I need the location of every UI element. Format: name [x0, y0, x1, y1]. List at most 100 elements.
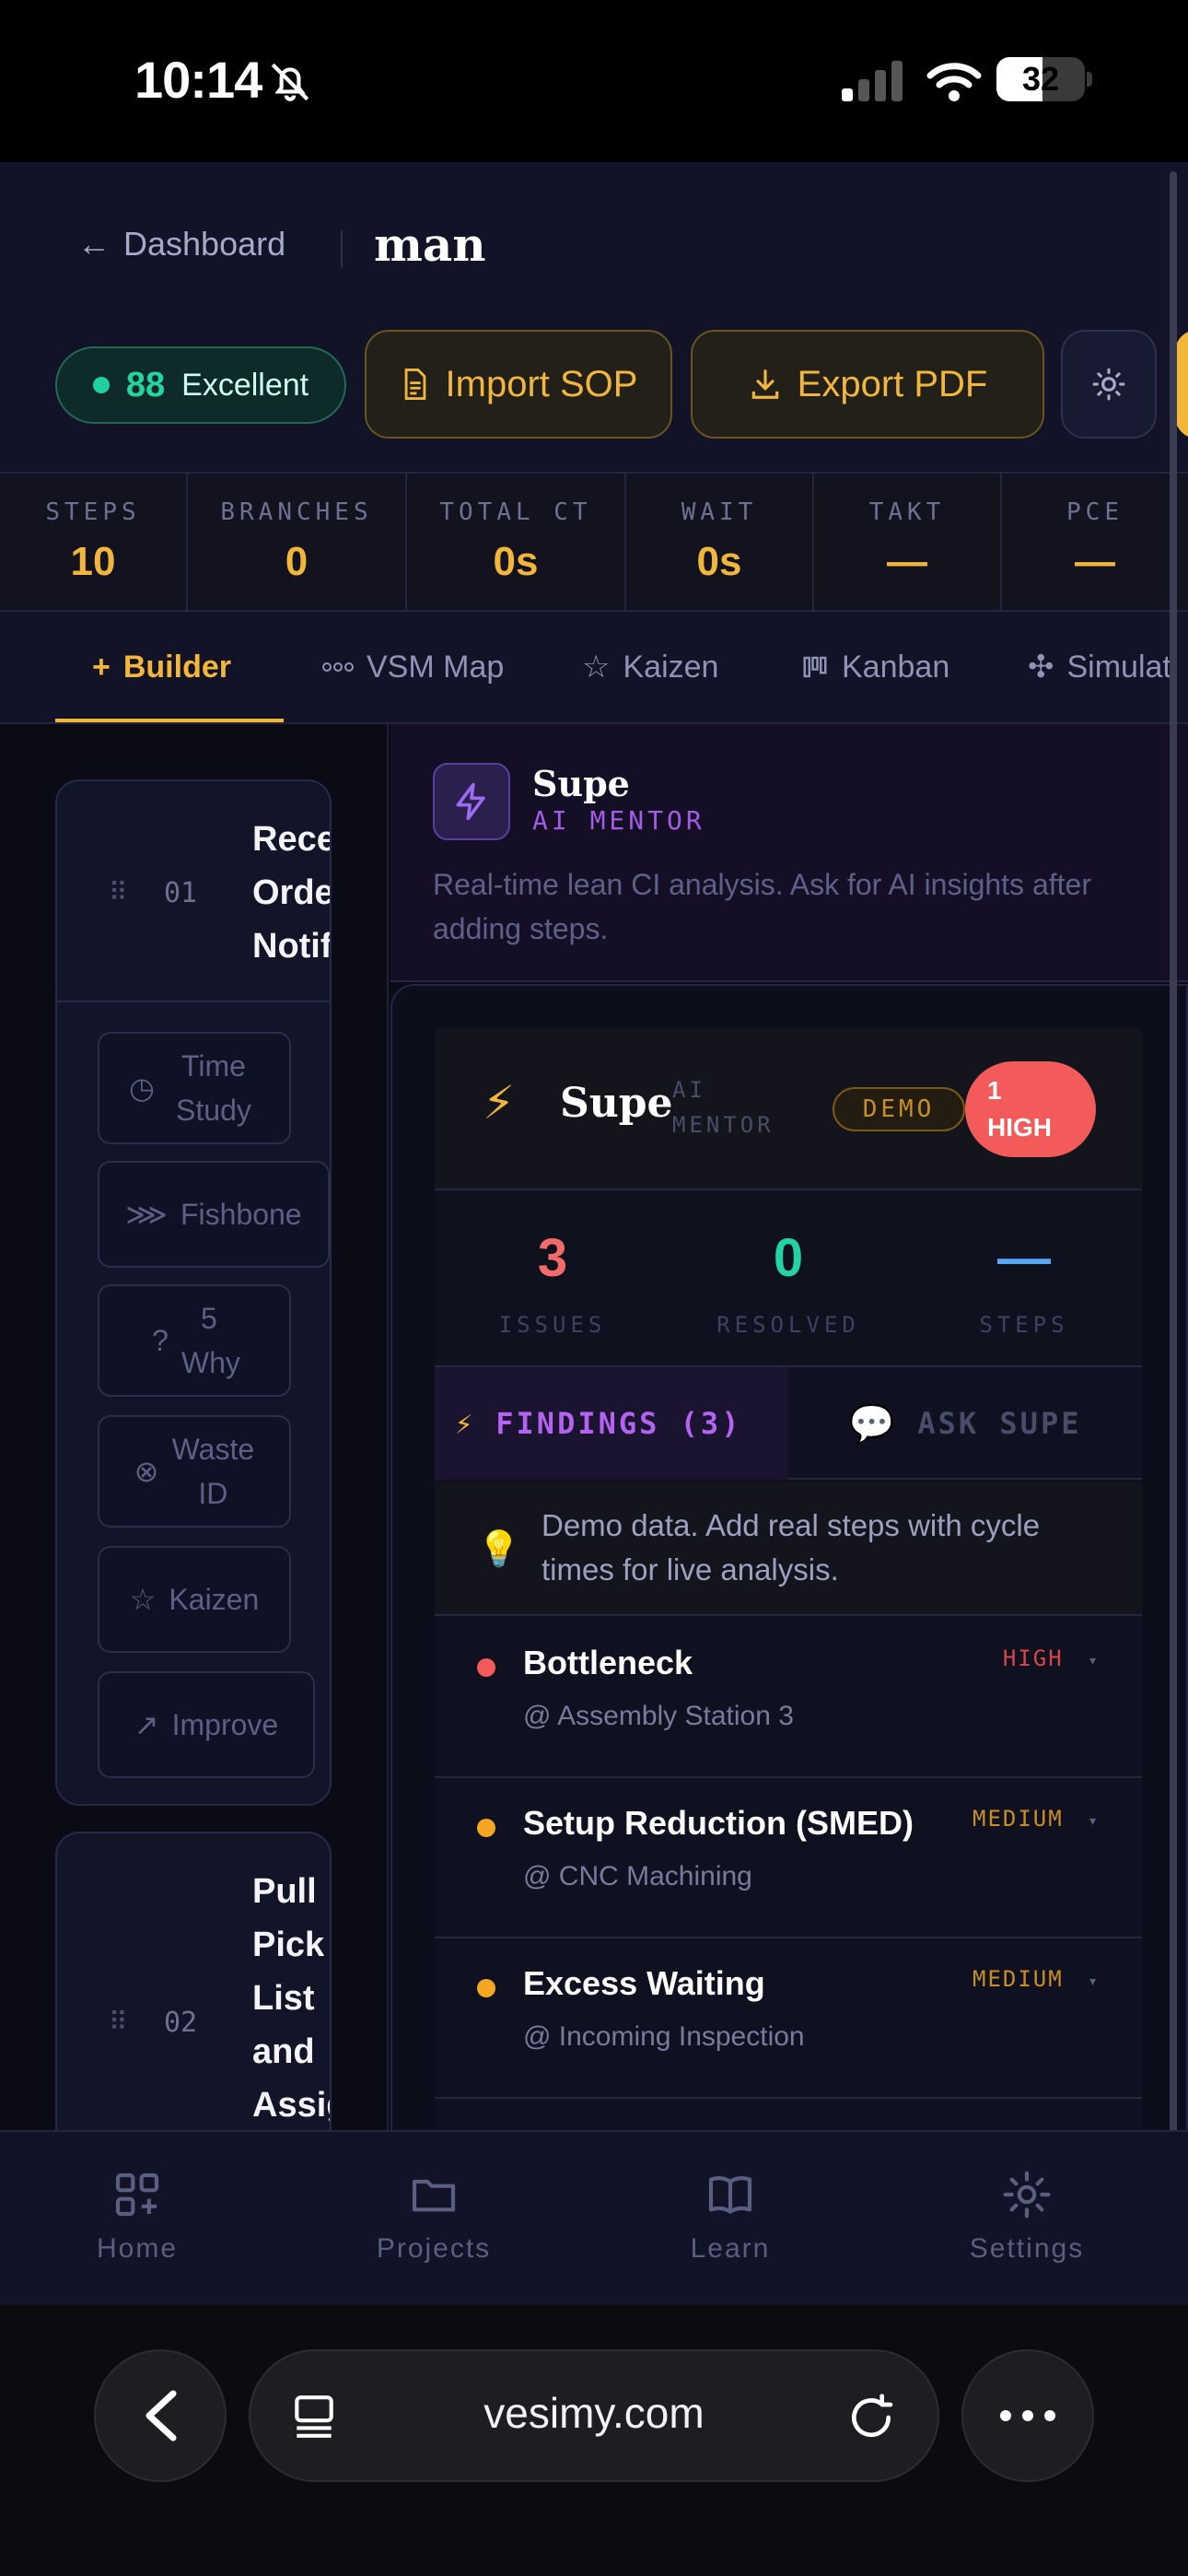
import-sop-button[interactable]: Import SOP	[365, 330, 672, 439]
finding-location: @ CNC Machining	[523, 1861, 752, 1891]
step-card[interactable]: ⠿ 01 Rece Orde Notif ◷ Time Study ⋙ Fish…	[55, 779, 332, 1806]
lightbulb-icon: 💡	[477, 1530, 521, 1569]
browser-back-button[interactable]	[94, 2349, 227, 2482]
tab-kanban[interactable]: Kanban	[801, 639, 949, 695]
tool-label: Fishbone	[180, 1198, 302, 1231]
tab-vsm-map[interactable]: VSM Map	[322, 639, 504, 695]
finding-location: @ Assembly Station 3	[523, 1701, 794, 1731]
stat-value: 0s	[493, 539, 539, 584]
chevron-left-icon	[146, 2390, 177, 2441]
waste-icon: ⊗	[134, 1455, 159, 1488]
step-title-line: and	[252, 2032, 315, 2071]
tab-findings[interactable]: ⚡ FINDINGS (3)	[435, 1367, 788, 1480]
tab-label: Builder	[122, 649, 231, 685]
battery-icon: 32	[996, 57, 1085, 101]
severity-label: MEDIUM	[973, 1966, 1064, 1992]
stat-takt: TAKT —	[814, 474, 1002, 610]
caret-down-icon: ▾	[1088, 1651, 1100, 1670]
stat-value: —	[887, 539, 927, 584]
stat-label: WAIT	[681, 498, 758, 526]
nav-home[interactable]: Home	[22, 2169, 252, 2265]
plus-icon: +	[92, 649, 111, 685]
metric-value: 0	[773, 1228, 804, 1288]
question-icon: ?	[152, 1324, 169, 1357]
arrow-left-icon: ←	[77, 225, 111, 263]
nav-settings[interactable]: Settings	[912, 2169, 1142, 2265]
tool-improve-button[interactable]: ↗ Improve	[98, 1671, 315, 1778]
tool-label: Improve	[171, 1708, 279, 1741]
stat-label: TAKT	[868, 498, 946, 526]
export-pdf-button[interactable]: Export PDF	[691, 330, 1044, 439]
stat-pce: PCE —	[1002, 474, 1188, 610]
tab-label: FINDINGS (3)	[495, 1406, 742, 1441]
browser-more-button[interactable]	[961, 2349, 1094, 2482]
tab-ask-supe[interactable]: 💬 ASK SUPE	[788, 1367, 1142, 1480]
caret-down-icon: ▾	[1088, 1811, 1100, 1831]
tool-5-why-button[interactable]: ? 5 Why	[98, 1284, 291, 1397]
reload-icon[interactable]	[845, 2392, 897, 2443]
mentor-name: Supe	[532, 763, 630, 804]
finding-title: Bottleneck	[523, 1644, 693, 1681]
project-title: man	[374, 217, 486, 272]
score-value: 88	[125, 365, 166, 404]
sun-icon	[1092, 368, 1125, 401]
tool-waste-id-button[interactable]: ⊗ Waste ID	[98, 1415, 291, 1528]
step-number: 01	[164, 877, 198, 909]
tab-label: Kaizen	[623, 649, 719, 685]
sim-icon: ✣	[1028, 650, 1054, 685]
view-tabs: + Builder VSM Map ☆ Kaizen Kanban ✣ Simu…	[0, 612, 1188, 724]
nav-projects[interactable]: Projects	[319, 2169, 549, 2265]
drag-handle-icon[interactable]: ⠿	[109, 2007, 128, 2037]
tool-label: 5 Why	[181, 1302, 240, 1379]
url-text[interactable]: vesimy.com	[249, 2388, 939, 2438]
metric-issues: 3 ISSUES	[435, 1227, 670, 1338]
finding-severity[interactable]: MEDIUM ▾	[973, 1966, 1100, 1992]
tab-kaizen[interactable]: ☆ Kaizen	[582, 639, 718, 695]
stat-label: PCE	[1066, 498, 1124, 526]
finding-item[interactable]: Bottleneck @ Assembly Station 3 HIGH ▾	[435, 1618, 1142, 1778]
tool-label: Waste ID	[171, 1433, 255, 1510]
drag-handle-icon[interactable]: ⠿	[109, 877, 128, 907]
finding-item[interactable]: Excess Waiting @ Incoming Inspection MED…	[435, 1938, 1142, 2099]
step-header[interactable]: ⠿ 01 Rece Orde Notif	[57, 781, 330, 1002]
status-dot-icon	[92, 377, 110, 393]
step-title-line: List	[252, 1979, 315, 2018]
theme-toggle-button[interactable]	[1061, 330, 1157, 439]
metric-steps: — STEPS	[906, 1227, 1142, 1338]
quality-score-badge: 88 Excellent	[55, 346, 346, 424]
grid-plus-icon	[115, 2172, 159, 2217]
wifi-icon	[926, 63, 982, 101]
nav-label: Learn	[690, 2233, 771, 2264]
nav-learn[interactable]: Learn	[615, 2169, 845, 2265]
overflow-action-button[interactable]	[1175, 330, 1188, 439]
back-to-dashboard-link[interactable]: ← Dashboard	[77, 225, 285, 263]
finding-severity[interactable]: HIGH ▾	[1003, 1645, 1100, 1671]
severity-dot-icon	[477, 1979, 495, 1997]
tool-time-study-button[interactable]: ◷ Time Study	[98, 1032, 291, 1144]
page-scrollbar[interactable]	[1170, 171, 1177, 2134]
column-divider	[387, 724, 389, 2130]
tool-kaizen-button[interactable]: ☆ Kaizen	[98, 1546, 291, 1653]
severity-dot-icon	[477, 1658, 495, 1677]
import-label: Import SOP	[445, 363, 638, 404]
trend-icon: ↗	[134, 1708, 159, 1741]
step-title-line: Orde	[252, 873, 332, 912]
battery-cap	[1087, 72, 1092, 87]
metric-label: ISSUES	[498, 1312, 607, 1338]
stat-value: 10	[70, 539, 116, 584]
stat-value: 0	[285, 539, 309, 584]
back-label: Dashboard	[123, 225, 286, 263]
high-severity-badge[interactable]: 1 HIGH	[965, 1061, 1096, 1157]
finding-severity[interactable]: MEDIUM ▾	[973, 1806, 1100, 1832]
demo-badge: DEMO	[833, 1087, 965, 1131]
card-subtitle-line: MENTOR	[672, 1112, 775, 1138]
tab-label: VSM Map	[367, 649, 505, 685]
tool-fishbone-button[interactable]: ⋙ Fishbone	[98, 1161, 330, 1268]
step-title-line: Pull	[252, 1872, 317, 1911]
demo-note-text: Demo data. Add real steps with cycle tim…	[542, 1508, 1041, 1587]
tab-builder[interactable]: + Builder	[92, 639, 231, 695]
step-title-line: Rece	[252, 820, 332, 859]
finding-item[interactable]: Setup Reduction (SMED) @ CNC Machining M…	[435, 1778, 1142, 1938]
bottom-nav: Home Projects Learn Settings	[0, 2130, 1188, 2305]
tab-simulation[interactable]: ✣ Simulati	[1028, 639, 1178, 695]
